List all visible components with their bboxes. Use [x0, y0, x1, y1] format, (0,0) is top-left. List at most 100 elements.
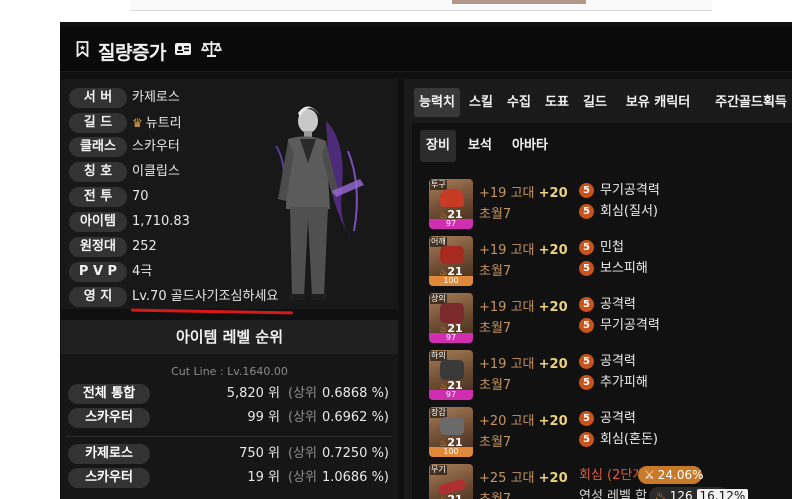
- transcend-line: 초월7: [479, 435, 512, 450]
- equipment-row-shoulder[interactable]: 어깨 ♨21 100 +19 고대 +20 초월7 5 민첩 5 보스피해: [429, 236, 789, 286]
- item-level-ranking-panel: 아이템 레벨 순위 Cut Line : Lv.1640.00 전체 통합 5,…: [61, 320, 398, 499]
- tab-avatar[interactable]: 아바타: [504, 130, 556, 162]
- info-label: P V P: [69, 262, 127, 282]
- info-value: 70: [132, 189, 149, 204]
- details-panel: 능력치 스킬 수집 도표 길드 보유 캐릭터 주간골드획득 장비 보석 아바타 …: [404, 79, 792, 499]
- effect-1: 5 민첩: [579, 239, 624, 256]
- info-value: 4극: [132, 264, 153, 279]
- character-portrait: [275, 106, 364, 300]
- info-label: 전 투: [69, 187, 127, 207]
- quality-bar: 97: [429, 219, 473, 229]
- transcend-line: 초월7: [479, 264, 512, 279]
- effect-1: 5 공격력: [579, 296, 636, 313]
- flame-icon: ♨: [655, 489, 666, 499]
- info-value: 1,710.83: [132, 214, 190, 229]
- character-profile-page: 질량증가 서 버 카제로스 길 드 ♛ 뉴트리 클래스 스카우터 칭 호 이클립…: [60, 22, 792, 499]
- info-label: 영 지: [69, 287, 127, 307]
- chest-armor-icon[interactable]: 상의 ♨21 97: [429, 293, 473, 343]
- equipment-row-weapon[interactable]: 무기 ♨21 +25 고대 +20 초월7 회심 (2단계) ⚔24.06% 연…: [429, 464, 789, 499]
- ranking-percent: 0.6868 %): [321, 386, 389, 401]
- equipment-row-helmet[interactable]: 투구 ♨21 97 +19 고대 +20 초월7 5 무기공격력 5 회심(질서): [429, 179, 789, 229]
- weapon-icon[interactable]: 무기 ♨21: [429, 464, 473, 499]
- ranking-divider: [66, 436, 392, 437]
- ranking-rank: 19 위: [247, 470, 280, 485]
- effect-2: 5 무기공격력: [579, 317, 660, 334]
- ranking-rank: 99 위: [247, 410, 280, 425]
- shoulder-shape: [440, 246, 464, 264]
- tab-charts[interactable]: 도표: [541, 88, 573, 117]
- gloves-icon[interactable]: 장갑 ♨21 100: [429, 407, 473, 457]
- shoulder-icon[interactable]: 어깨 ♨21 100: [429, 236, 473, 286]
- id-card-icon[interactable]: [174, 42, 192, 56]
- helmet-icon[interactable]: 투구 ♨21 97: [429, 179, 473, 229]
- tab-weekly-gold[interactable]: 주간골드획득: [706, 88, 792, 117]
- effect-2: 5 회심(혼돈): [579, 431, 658, 448]
- ranking-sub: (상위: [288, 386, 317, 401]
- transcend-line: 초월7: [479, 321, 512, 336]
- guild-name: 뉴트리: [145, 116, 182, 131]
- transcend-line: 초월7: [479, 207, 512, 222]
- effect-1: 5 공격력: [579, 353, 636, 370]
- effect-2: 5 보스피해: [579, 260, 648, 277]
- scale-icon[interactable]: [201, 40, 222, 58]
- ranking-row-class: 스카우터 99 위 (상위 0.6962 %): [68, 408, 394, 428]
- weapon-effect-percent: ⚔ 24.06%: [638, 466, 704, 484]
- ranking-sub: (상위: [288, 470, 317, 485]
- info-value-guild[interactable]: ♛ 뉴트리: [132, 113, 182, 133]
- pants-shape: [440, 360, 464, 380]
- tab-stats[interactable]: 능력치: [414, 88, 460, 117]
- transcend-line: 초월7: [479, 378, 512, 393]
- bookmark-icon[interactable]: [76, 41, 89, 57]
- upgrade-line: +20 고대 +20: [479, 414, 568, 429]
- effect-2: 5 회심(질서): [579, 203, 658, 220]
- upgrade-line: +19 고대 +20: [479, 186, 568, 201]
- character-info-panel: 서 버 카제로스 길 드 ♛ 뉴트리 클래스 스카우터 칭 호 이클립스 전 투 …: [61, 79, 398, 309]
- info-label: 원정대: [69, 237, 127, 257]
- quality-bar: 97: [429, 390, 473, 400]
- info-label: 서 버: [69, 88, 127, 108]
- ranking-row-overall: 전체 통합 5,820 위 (상위 0.6868 %): [68, 384, 394, 404]
- elixir-sum-badge: ♨ 126 16.12%: [649, 487, 749, 499]
- tab-guild[interactable]: 길드: [579, 88, 611, 117]
- quality-bar: 97: [429, 333, 473, 343]
- info-label: 길 드: [69, 113, 127, 133]
- tab-collection[interactable]: 수집: [503, 88, 535, 117]
- ranking-label: 전체 통합: [68, 384, 150, 404]
- slot-tag: 투구: [430, 180, 447, 190]
- upgrade-line: +25 고대 +20: [479, 471, 568, 486]
- helmet-shape: [440, 189, 464, 207]
- pants-icon[interactable]: 하의 ♨21 97: [429, 350, 473, 400]
- tab-skills[interactable]: 스킬: [465, 88, 497, 117]
- upgrade-line: +19 고대 +20: [479, 243, 568, 258]
- info-value: 카제로스: [132, 90, 180, 105]
- effect-1: 5 무기공격력: [579, 182, 660, 199]
- info-label: 아이템: [69, 212, 127, 232]
- tab-gems[interactable]: 보석: [462, 130, 498, 162]
- tab-owned-characters[interactable]: 보유 캐릭터: [617, 88, 699, 117]
- browser-top-strip: [0, 0, 792, 22]
- effect-2: 5 추가피해: [579, 374, 648, 391]
- slot-tag: 무기: [430, 465, 447, 475]
- upgrade-line: +19 고대 +20: [479, 357, 568, 372]
- title-bar: 질량증가: [60, 27, 792, 72]
- annotation-underline: [130, 308, 294, 315]
- info-value: 스카우터: [132, 139, 180, 154]
- ranking-rank: 5,820 위: [226, 386, 280, 401]
- equipment-subpanel: 장비 보석 아바타 투구 ♨21 97 +19 고대 +20 초월7 5 무기공격…: [412, 123, 792, 499]
- effect-1: 5 공격력: [579, 410, 636, 427]
- equipment-row-pants[interactable]: 하의 ♨21 97 +19 고대 +20 초월7 5 공격력 5 추가피해: [429, 350, 789, 400]
- item-level: ♨21: [429, 494, 473, 499]
- sword-icon: ⚔: [644, 468, 655, 482]
- equipment-row-gloves[interactable]: 장갑 ♨21 100 +20 고대 +20 초월7 5 공격력 5 회심(혼돈): [429, 407, 789, 457]
- info-value: 이클립스: [132, 164, 180, 179]
- ranking-row-server-class: 스카우터 19 위 (상위 1.0686 %): [68, 468, 394, 488]
- crown-icon: ♛: [132, 116, 143, 130]
- top-banner-image: [452, 0, 586, 4]
- ranking-label: 카제로스: [68, 444, 150, 464]
- tab-equipment[interactable]: 장비: [420, 130, 456, 162]
- ranking-percent: 1.0686 %): [321, 470, 389, 485]
- equipment-row-top[interactable]: 상의 ♨21 97 +19 고대 +20 초월7 5 공격력 5 무기공격력: [429, 293, 789, 343]
- ranking-percent: 0.6962 %): [321, 410, 389, 425]
- ranking-label: 스카우터: [68, 468, 150, 488]
- ranking-percent: 0.7250 %): [321, 446, 389, 461]
